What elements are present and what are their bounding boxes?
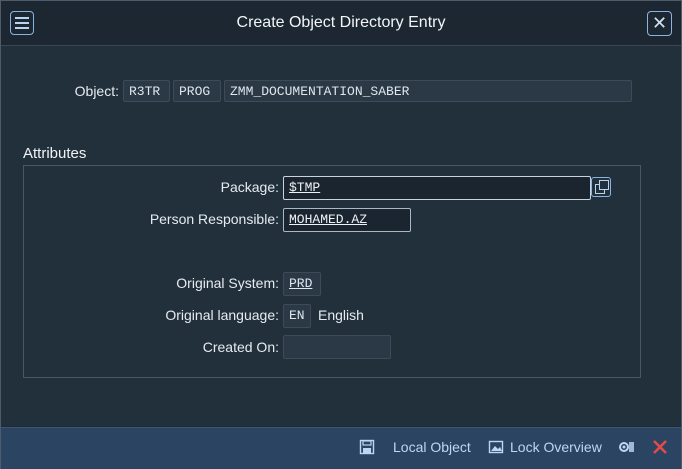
local-object-label: Local Object bbox=[393, 439, 471, 455]
person-responsible-input[interactable]: MOHAMED.AZ bbox=[283, 208, 411, 232]
lock-overview-button[interactable]: Lock Overview bbox=[488, 439, 602, 455]
local-object-button[interactable]: Local Object bbox=[393, 439, 471, 455]
dialog-content: Object: R3TR PROG ZMM_DOCUMENTATION_SABE… bbox=[1, 46, 681, 426]
original-system-field: PRD bbox=[283, 272, 321, 296]
object-pgmid-field: R3TR bbox=[123, 80, 170, 102]
created-on-field bbox=[283, 335, 391, 359]
settings-icon[interactable] bbox=[617, 439, 635, 455]
original-language-label: Original language: bbox=[165, 307, 279, 323]
original-system-value: PRD bbox=[289, 276, 313, 291]
package-input[interactable]: $TMP bbox=[283, 176, 591, 200]
package-value: $TMP bbox=[289, 180, 321, 195]
dialog-title: Create Object Directory Entry bbox=[236, 14, 446, 31]
original-language-text: English bbox=[318, 307, 364, 323]
object-name-field: ZMM_DOCUMENTATION_SABER bbox=[224, 80, 632, 102]
value-help-icon[interactable] bbox=[591, 177, 611, 197]
dialog-window: Create Object Directory Entry ✕ Object: … bbox=[0, 0, 682, 469]
save-icon[interactable] bbox=[359, 439, 375, 455]
title-bar: Create Object Directory Entry ✕ bbox=[1, 1, 681, 46]
cancel-icon[interactable] bbox=[652, 439, 668, 455]
original-system-label: Original System: bbox=[176, 275, 279, 291]
attributes-title: Attributes bbox=[23, 145, 87, 162]
person-responsible-value: MOHAMED.AZ bbox=[289, 212, 368, 227]
object-type-field: PROG bbox=[173, 80, 221, 102]
person-responsible-label: Person Responsible: bbox=[149, 211, 279, 227]
package-label: Package: bbox=[220, 179, 279, 195]
lock-overview-label: Lock Overview bbox=[510, 439, 602, 455]
created-on-label: Created On: bbox=[202, 339, 279, 355]
footer-toolbar: Local Object Lock Overview bbox=[1, 427, 681, 469]
object-label: Object: bbox=[74, 83, 119, 99]
close-icon[interactable]: ✕ bbox=[647, 11, 672, 36]
image-icon bbox=[488, 440, 504, 454]
original-language-code: EN bbox=[283, 304, 311, 328]
